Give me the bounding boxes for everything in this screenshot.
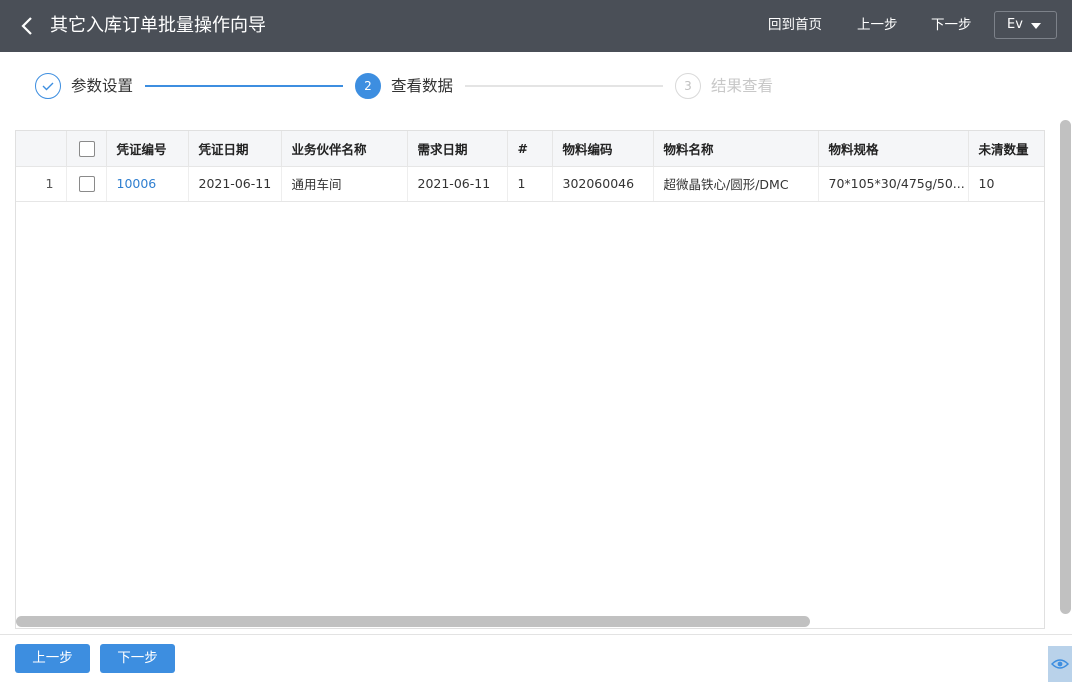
doc-no-link[interactable]: 10006 (117, 176, 157, 191)
table-row[interactable]: 1 10006 2021-06-11 通用车间 2021-06-11 1 302… (16, 166, 1044, 202)
step-1-check-icon (35, 73, 61, 99)
col-header-open-qty[interactable]: 未清数量 (968, 131, 1044, 167)
wizard-steps: 参数设置 2 查看数据 3 结果查看 (0, 52, 1072, 122)
caret-down-icon (1031, 23, 1041, 29)
col-header-partner[interactable]: 业务伙伴名称 (281, 131, 408, 167)
step-connector-2 (465, 85, 663, 87)
cell-item-spec: 70*105*30/475g/50... (818, 166, 969, 202)
select-all-checkbox[interactable] (78, 140, 95, 157)
col-header-req-date[interactable]: 需求日期 (407, 131, 508, 167)
cell-partner: 通用车间 (281, 166, 408, 202)
prev-step-button[interactable]: 上一步 (15, 644, 90, 673)
horizontal-scrollbar[interactable] (16, 616, 810, 627)
row-checkbox[interactable] (78, 175, 95, 192)
step-1-label: 参数设置 (71, 77, 134, 95)
user-name: Ev (1007, 17, 1023, 32)
vertical-scrollbar[interactable] (1060, 120, 1071, 614)
cell-line: 1 (507, 166, 553, 202)
page-title: 其它入库订单批量操作向导 (50, 15, 266, 36)
cell-req-date: 2021-06-11 (407, 166, 508, 202)
step-2-label: 查看数据 (391, 77, 454, 95)
row-select-cell[interactable] (66, 166, 107, 202)
step-3-label: 结果查看 (711, 77, 774, 95)
col-header-line[interactable]: # (507, 131, 553, 167)
home-button[interactable]: 回到首页 (768, 15, 822, 35)
header-select-all[interactable] (66, 131, 107, 167)
row-number: 1 (16, 166, 67, 202)
col-header-item-name[interactable]: 物料名称 (653, 131, 819, 167)
user-menu[interactable]: Ev (994, 11, 1057, 39)
data-table: 凭证编号 凭证日期 业务伙伴名称 需求日期 # 物料编码 物料名称 物料规格 未… (16, 131, 1044, 202)
step-3-number: 3 (675, 73, 701, 99)
cell-item-code: 302060046 (552, 166, 654, 202)
next-step-button[interactable]: 下一步 (100, 644, 175, 673)
col-header-doc-no[interactable]: 凭证编号 (106, 131, 189, 167)
cell-open-qty: 10 (968, 166, 1044, 202)
step-connector-1 (145, 85, 343, 87)
footer-divider (0, 634, 1072, 635)
table-header-row: 凭证编号 凭证日期 业务伙伴名称 需求日期 # 物料编码 物料名称 物料规格 未… (16, 131, 1044, 167)
step-2-number: 2 (355, 73, 381, 99)
cell-doc-date: 2021-06-11 (188, 166, 282, 202)
data-grid: 凭证编号 凭证日期 业务伙伴名称 需求日期 # 物料编码 物料名称 物料规格 未… (15, 130, 1045, 629)
back-arrow-icon[interactable] (18, 14, 38, 38)
col-header-doc-date[interactable]: 凭证日期 (188, 131, 282, 167)
col-header-item-spec[interactable]: 物料规格 (818, 131, 969, 167)
cell-item-name: 超微晶铁心/圆形/DMC (653, 166, 819, 202)
header-next-button[interactable]: 下一步 (931, 15, 972, 35)
col-header-item-code[interactable]: 物料编码 (552, 131, 654, 167)
eye-icon[interactable] (1048, 646, 1072, 682)
cell-doc-no[interactable]: 10006 (106, 166, 189, 202)
header-rownum (16, 131, 67, 167)
top-bar: 其它入库订单批量操作向导 回到首页 上一步 下一步 Ev (0, 0, 1072, 52)
header-prev-button[interactable]: 上一步 (857, 15, 898, 35)
